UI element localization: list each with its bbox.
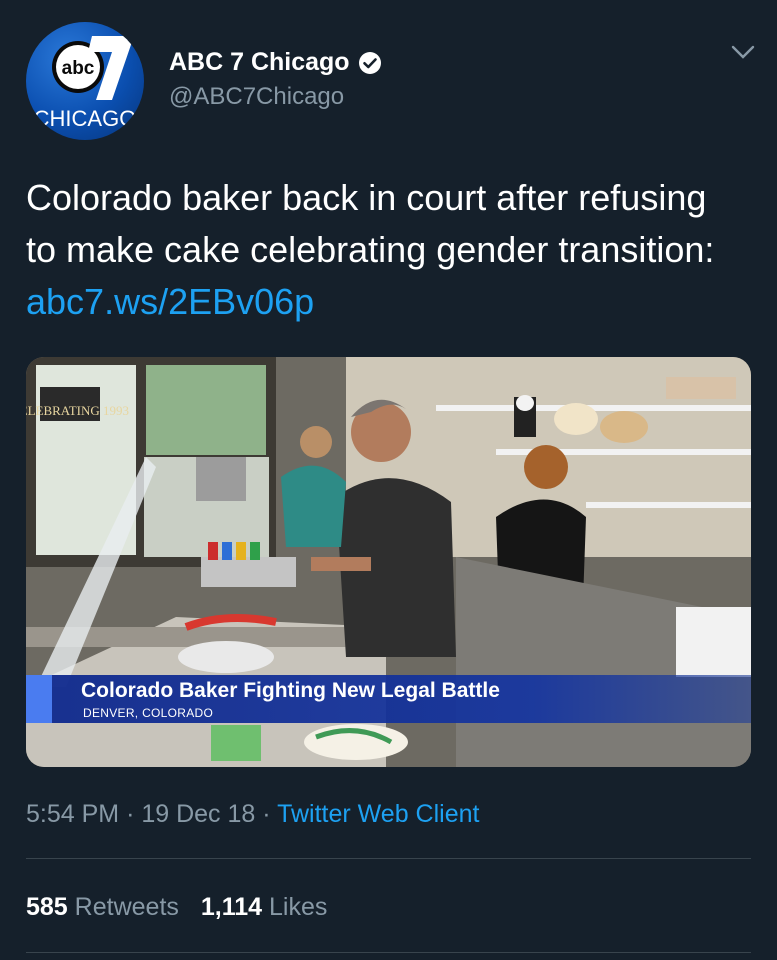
tweet-meta: 5:54 PM · 19 Dec 18 · Twitter Web Client <box>26 800 479 829</box>
tweet-header: abc CHICAGO ABC 7 Chicago @ABC7Chicago <box>26 22 756 142</box>
meta-separator: · <box>126 800 135 828</box>
author-block: ABC 7 Chicago @ABC7Chicago <box>169 48 382 111</box>
retweets-stat[interactable]: 585 Retweets <box>26 893 179 921</box>
account-handle[interactable]: @ABC7Chicago <box>169 83 382 111</box>
tweet-body: Colorado baker back in court after refus… <box>26 172 746 328</box>
news-headline: Colorado Baker Fighting New Legal Battle <box>81 679 500 702</box>
likes-count: 1,114 <box>200 893 263 921</box>
verified-badge-icon <box>358 51 381 74</box>
news-lower-third: Colorado Baker Fighting New Legal Battle… <box>26 675 751 723</box>
account-avatar[interactable]: abc CHICAGO <box>26 22 144 140</box>
retweets-label: Retweets <box>74 893 179 921</box>
abc7-logo-icon: abc CHICAGO <box>34 36 137 131</box>
likes-stat[interactable]: 1,114 Likes <box>201 893 328 921</box>
likes-label: Likes <box>269 893 328 921</box>
svg-text:abc: abc <box>62 58 95 79</box>
tweet-stats: 585 Retweets 1,114 Likes <box>26 893 327 922</box>
divider <box>26 858 751 859</box>
tweet-text: Colorado baker back in court after refus… <box>26 177 715 270</box>
news-location: DENVER, COLORADO <box>83 706 214 720</box>
store-sign-text: CELEBRATING 1993 <box>26 403 129 418</box>
retweets-count: 585 <box>26 893 68 921</box>
chevron-down-icon[interactable] <box>730 42 756 62</box>
tweet-link[interactable]: abc7.ws/2EBv06p <box>26 281 314 322</box>
tweet-source-link[interactable]: Twitter Web Client <box>277 800 479 828</box>
lower-third-accent <box>26 675 52 723</box>
tweet-date[interactable]: 19 Dec 18 <box>141 800 255 828</box>
divider <box>26 952 751 953</box>
tweet-time[interactable]: 5:54 PM <box>26 800 119 828</box>
svg-text:CHICAGO: CHICAGO <box>34 106 137 131</box>
display-name[interactable]: ABC 7 Chicago <box>169 48 350 77</box>
tweet-media-image[interactable]: CELEBRATING 1993 <box>26 357 751 767</box>
meta-separator: · <box>262 800 271 828</box>
